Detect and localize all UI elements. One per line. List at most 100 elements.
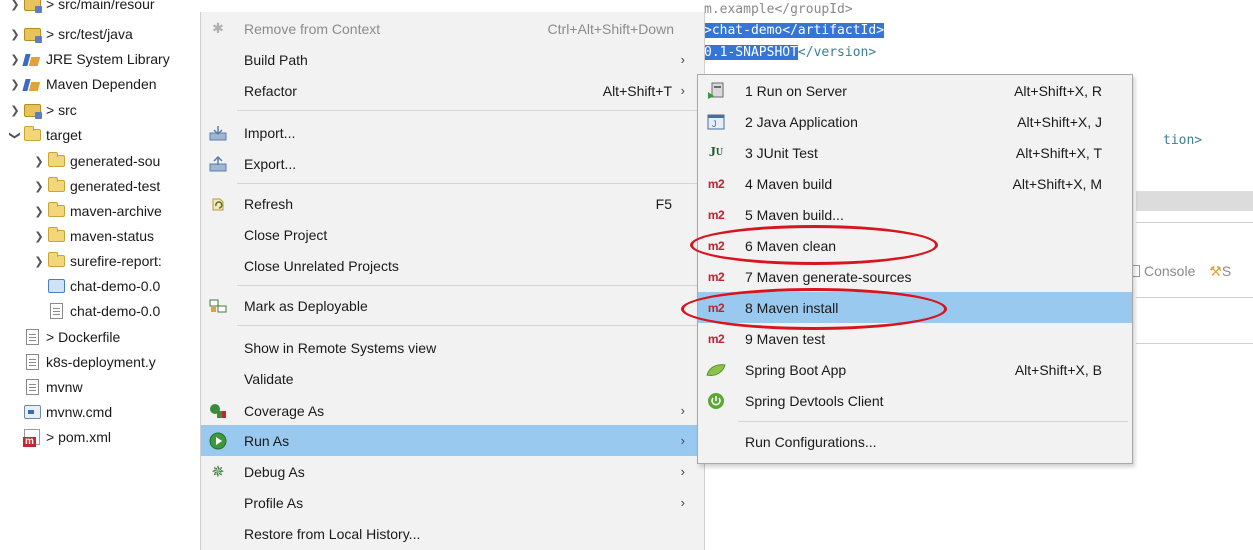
menu-item-coverage-as[interactable]: Coverage As ›: [201, 395, 704, 426]
menu-separator: [237, 183, 699, 184]
tree-item-label: chat-demo-0.0: [70, 278, 161, 294]
menu-item-remove-from-context[interactable]: ✱ Remove from Context Ctrl+Alt+Shift+Dow…: [201, 13, 704, 44]
submenu-item-maven-generate-sources[interactable]: m2 7 Maven generate-sources: [698, 261, 1132, 292]
tree-item-src-test-java[interactable]: ❯ > src/test/java: [8, 22, 133, 46]
tree-item-label: > src/test/java: [46, 26, 133, 42]
submenu-item-maven-clean[interactable]: m2 6 Maven clean: [698, 230, 1132, 261]
menu-item-close-unrelated-projects[interactable]: Close Unrelated Projects: [201, 250, 704, 281]
submenu-item-spring-boot-app[interactable]: Spring Boot App Alt+Shift+X, B: [698, 354, 1132, 385]
chevron-right-icon[interactable]: ❯: [8, 104, 22, 117]
submenu-item-java-application[interactable]: J 2 Java Application Alt+Shift+X, J: [698, 106, 1132, 137]
tree-item-chat-demo-file[interactable]: chat-demo-0.0: [46, 299, 160, 323]
menu-item-show-in-remote-systems-view[interactable]: Show in Remote Systems view: [201, 332, 704, 363]
chevron-right-icon[interactable]: ❯: [8, 28, 22, 41]
package-folder-icon: [22, 101, 42, 119]
menu-item-run-as[interactable]: Run As ›: [201, 425, 704, 456]
tree-item-label: k8s-deployment.y: [46, 354, 156, 370]
export-icon: [208, 154, 228, 174]
tree-item-k8s-deployment[interactable]: k8s-deployment.y: [22, 350, 156, 374]
debug-bug-icon: ✵: [211, 463, 225, 481]
menu-item-refactor[interactable]: Refactor Alt+Shift+T ›: [201, 75, 704, 106]
chevron-right-icon[interactable]: ❯: [8, 0, 22, 11]
editor-line-artifactid: >chat-demo</artifactId>: [704, 23, 885, 38]
search-wrench-icon: ⚒: [1209, 263, 1222, 279]
tree-item-surefire-reports[interactable]: ❯ surefire-report:: [32, 249, 162, 273]
refresh-icon: [208, 194, 228, 214]
tree-item-mvnw[interactable]: mvnw: [22, 375, 83, 399]
chevron-right-icon: ›: [680, 83, 685, 98]
menu-item-build-path[interactable]: Build Path ›: [201, 44, 704, 75]
tree-item-label: generated-test: [70, 178, 161, 194]
chevron-right-icon[interactable]: ❯: [8, 78, 22, 91]
divider: [1136, 343, 1253, 344]
tree-item-generated-test-sources[interactable]: ❯ generated-test: [32, 174, 160, 198]
editor-line-tion: tion>: [1163, 133, 1203, 148]
maven-m2-icon: m2: [707, 269, 725, 284]
menu-item-profile-as[interactable]: Profile As ›: [201, 487, 704, 518]
tree-item-chat-demo-jar[interactable]: chat-demo-0.0: [46, 274, 160, 298]
spring-leaf-icon: [705, 360, 727, 380]
tree-item-label: surefire-report:: [70, 253, 162, 269]
maven-m2-icon: m2: [707, 300, 725, 315]
submenu-item-run-configurations[interactable]: Run Configurations...: [698, 426, 1132, 457]
submenu-item-maven-test[interactable]: m2 9 Maven test: [698, 323, 1132, 354]
chevron-down-icon[interactable]: ❯: [9, 128, 22, 142]
menu-item-validate[interactable]: Validate: [201, 363, 704, 394]
tree-item-target[interactable]: ❯ target: [8, 123, 82, 147]
coverage-icon: [208, 401, 228, 421]
submenu-item-junit-test[interactable]: JU 3 JUnit Test Alt+Shift+X, T: [698, 137, 1132, 168]
tree-item-src-main-resources[interactable]: ❯ > src/main/resour: [8, 0, 155, 16]
run-icon: [208, 431, 228, 451]
submenu-item-maven-install[interactable]: m2 8 Maven install: [698, 292, 1132, 323]
menu-separator: [237, 285, 699, 286]
folder-icon: [46, 227, 66, 245]
menu-item-import[interactable]: Import...: [201, 117, 704, 148]
tree-item-maven-archiver[interactable]: ❯ maven-archive: [32, 199, 162, 223]
tree-item-dockerfile[interactable]: > Dockerfile: [22, 325, 120, 349]
remove-context-icon: ✱: [212, 20, 224, 36]
tree-item-label: > src/main/resour: [46, 0, 155, 12]
tree-item-label: target: [46, 127, 82, 143]
tree-item-mvnw-cmd[interactable]: mvnw.cmd: [22, 400, 112, 424]
menu-item-close-project[interactable]: Close Project: [201, 219, 704, 250]
chevron-right-icon: ›: [680, 464, 685, 479]
run-as-submenu: 1 Run on Server Alt+Shift+X, R J 2 Java …: [697, 74, 1133, 464]
menu-item-refresh[interactable]: Refresh F5: [201, 188, 704, 219]
run-on-server-icon: [705, 81, 727, 101]
tree-item-jre-system-library[interactable]: ❯ JRE System Library: [8, 47, 169, 71]
menu-item-mark-as-deployable[interactable]: Mark as Deployable: [201, 290, 704, 321]
file-icon: [46, 302, 66, 320]
chevron-right-icon[interactable]: ❯: [8, 53, 22, 66]
chevron-right-icon: ›: [680, 52, 685, 67]
tree-item-label: chat-demo-0.0: [70, 303, 161, 319]
menu-item-restore-from-local-history[interactable]: Restore from Local History...: [201, 518, 704, 549]
chevron-right-icon[interactable]: ❯: [32, 205, 46, 218]
chevron-right-icon: ›: [680, 403, 685, 418]
divider: [1136, 297, 1253, 298]
menu-item-export[interactable]: Export...: [201, 148, 704, 179]
tree-item-pom-xml[interactable]: > pom.xml: [22, 425, 111, 449]
import-icon: [208, 123, 228, 143]
folder-icon: [46, 252, 66, 270]
submenu-item-spring-devtools-client[interactable]: Spring Devtools Client: [698, 385, 1132, 416]
editor-scrollbar[interactable]: [1136, 191, 1253, 211]
tree-item-src[interactable]: ❯ > src: [8, 98, 77, 122]
chevron-right-icon[interactable]: ❯: [32, 230, 46, 243]
library-icon: [22, 75, 42, 93]
chevron-right-icon[interactable]: ❯: [32, 255, 46, 268]
svg-text:J: J: [712, 119, 717, 129]
tree-item-generated-sources[interactable]: ❯ generated-sou: [32, 149, 160, 173]
tree-item-maven-status[interactable]: ❯ maven-status: [32, 224, 154, 248]
chevron-right-icon[interactable]: ❯: [32, 180, 46, 193]
tree-item-maven-dependencies[interactable]: ❯ Maven Dependen: [8, 72, 156, 96]
submenu-item-run-on-server[interactable]: 1 Run on Server Alt+Shift+X, R: [698, 75, 1132, 106]
editor-line-groupid: m.example</groupId>: [704, 2, 853, 17]
file-icon: [22, 378, 42, 396]
menu-item-debug-as[interactable]: ✵ Debug As ›: [201, 456, 704, 487]
chevron-right-icon[interactable]: ❯: [32, 155, 46, 168]
tab-console[interactable]: Console ⚒S: [1130, 263, 1231, 280]
submenu-item-maven-build[interactable]: m2 4 Maven build Alt+Shift+X, M: [698, 168, 1132, 199]
library-icon: [22, 50, 42, 68]
submenu-item-maven-build-dialog[interactable]: m2 5 Maven build...: [698, 199, 1132, 230]
folder-icon: [22, 126, 42, 144]
